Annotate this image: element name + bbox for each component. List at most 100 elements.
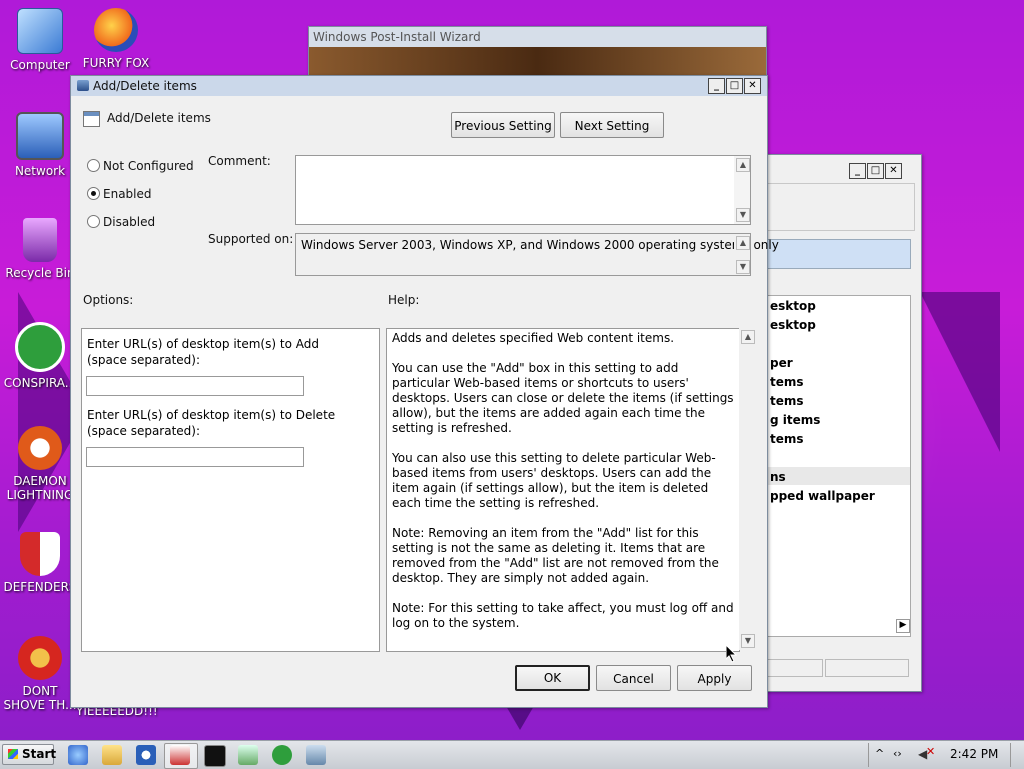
list-item[interactable]: tems [770,394,804,408]
maximize-button[interactable]: □ [726,78,743,94]
desktop-icon-furry-fox[interactable]: FURRY FOX [76,8,156,70]
maximize-button[interactable]: □ [867,163,884,179]
help-text: Adds and deletes specified Web content i… [392,331,738,646]
scroll-up-arrow[interactable]: ▲ [736,158,750,172]
wizard-icon[interactable] [306,745,326,765]
desktop-icon-label: Recycle Bin [5,266,75,280]
next-setting-button[interactable]: Next Setting [560,112,664,138]
computer-icon [17,8,63,54]
supported-on-field: Windows Server 2003, Windows XP, and Win… [295,233,779,276]
scroll-up-arrow[interactable]: ▲ [741,330,755,344]
minimize-button[interactable]: _ [849,163,866,179]
apply-button[interactable]: Apply [677,665,752,691]
command-prompt-icon[interactable] [204,745,226,767]
disabled-label: Disabled [103,215,156,229]
gp-toolbar [765,183,915,231]
comment-label: Comment: [208,154,271,168]
utorrent-icon[interactable] [272,745,292,765]
delete-url-input[interactable] [86,447,304,467]
start-button[interactable]: Start [2,744,57,765]
scroll-down-arrow[interactable]: ▼ [741,634,755,648]
comment-scrollbar[interactable]: ▲ ▼ [734,156,750,224]
firefox-icon [94,8,138,52]
close-button[interactable]: ✕ [885,163,902,179]
help-paragraph: Note: For this setting to take affect, y… [392,601,734,630]
gp-list[interactable]: esktop esktop per tems tems g items tems… [765,295,911,637]
list-item[interactable]: pped wallpaper [770,489,875,503]
minimize-button[interactable]: _ [708,78,725,94]
notepad-icon[interactable] [238,745,258,765]
policy-editor-icon[interactable] [170,745,190,765]
list-item[interactable]: esktop [770,299,816,313]
not-configured-radio[interactable] [87,159,100,172]
list-item[interactable]: esktop [770,318,816,332]
list-item[interactable]: per [770,356,793,370]
desktop-icon-daemon[interactable]: DAEMON LIGHTNING [0,426,80,502]
help-paragraph: You can use the "Add" box in this settin… [392,361,734,435]
list-item[interactable]: tems [770,432,804,446]
list-item-selected[interactable] [766,467,910,485]
help-panel[interactable]: Adds and deletes specified Web content i… [386,328,740,652]
supported-on-value: Windows Server 2003, Windows XP, and Win… [301,238,779,252]
show-desktop-button[interactable] [1010,743,1023,767]
search-icon[interactable] [136,745,156,765]
desktop-icon-label: DAEMON LIGHTNING [6,474,74,502]
desktop-icon-recycle-bin[interactable]: Recycle Bin [0,218,80,280]
windows-logo-icon [8,749,18,759]
enabled-label: Enabled [103,187,152,201]
ie-icon[interactable] [68,745,88,765]
add-url-label: Enter URL(s) of desktop item(s) to Add (… [87,337,319,367]
comment-field[interactable]: ▲ ▼ [295,155,751,225]
chevron-up-icon[interactable]: ^ [875,747,884,760]
clock[interactable]: 2:42 PM [950,747,998,761]
help-scrollbar[interactable]: ▲ ▼ [739,328,755,650]
status-panel [765,659,823,677]
policy-icon [77,80,89,91]
close-button[interactable]: ✕ [744,78,761,94]
setting-icon [83,111,100,127]
scroll-down-arrow[interactable]: ▼ [736,260,750,274]
desktop-icon-label: CONSPIRA... [3,376,77,390]
desktop-icon-dont-shove[interactable]: DONT SHOVE TH... [0,636,80,712]
network-tray-icon[interactable]: ‹› [893,747,902,760]
scroll-down-arrow[interactable]: ▼ [736,208,750,222]
desktop-icon-label: DEFENDERS [3,580,77,594]
supported-scrollbar[interactable]: ▲ ▼ [734,234,750,275]
add-delete-items-dialog[interactable]: Add/Delete items _ □ ✕ Add/Delete items … [70,75,779,708]
desktop-icon-defenders[interactable]: DEFENDERS [0,532,80,594]
desktop-icon-label: DONT SHOVE TH... [3,684,77,712]
utorrent-icon [15,322,65,372]
group-policy-window[interactable]: _ □ ✕ esktop esktop per tems tems g item… [760,154,922,692]
list-item[interactable]: tems [770,375,804,389]
scroll-up-arrow[interactable]: ▲ [736,236,750,250]
add-url-input[interactable] [86,376,304,396]
ok-button[interactable]: OK [515,665,590,691]
status-panel [825,659,909,677]
disabled-radio[interactable] [87,215,100,228]
dialog-title: Add/Delete items [93,79,197,93]
desktop-icon-computer[interactable]: Computer [0,8,80,72]
lightning-icon [18,426,62,470]
help-paragraph: You can also use this setting to delete … [392,451,716,510]
list-item[interactable]: ns [770,470,786,484]
shield-icon [20,532,60,576]
desktop-icon-label: Network [14,164,66,178]
cancel-button[interactable]: Cancel [596,665,671,691]
setting-icon-bar [84,112,99,116]
desktop-icon-label: Computer [10,58,70,72]
scroll-right-arrow[interactable]: ▶ [896,619,910,633]
enabled-radio[interactable] [87,187,100,200]
supported-on-label: Supported on: [208,232,294,246]
previous-setting-button[interactable]: Previous Setting [451,112,555,138]
help-paragraph: Adds and deletes specified Web content i… [392,331,675,345]
help-paragraph: Note: Removing an item from the "Add" li… [392,526,719,585]
desktop-icon-network[interactable]: Network [0,112,80,178]
start-label: Start [22,747,57,761]
taskbar: Start ^ ‹› ◀ ✕ 2:42 PM [0,740,1024,769]
help-header: Help: [388,293,420,307]
folder-icon[interactable] [102,745,122,765]
list-item[interactable]: g items [770,413,820,427]
options-panel: Enter URL(s) of desktop item(s) to Add (… [81,328,380,652]
delete-url-label: Enter URL(s) of desktop item(s) to Delet… [87,408,336,438]
desktop-icon-utorrent[interactable]: CONSPIRA... [0,322,80,390]
